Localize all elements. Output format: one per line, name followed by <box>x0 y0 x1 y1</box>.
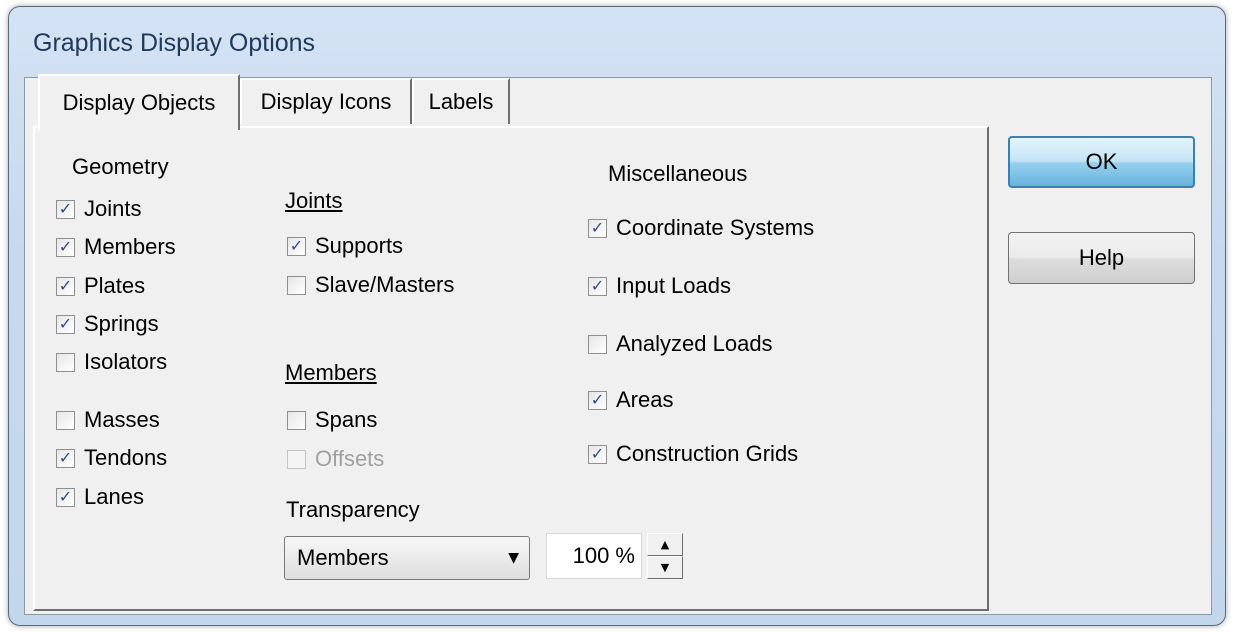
checkbox-joints[interactable]: ✓ Joints <box>56 196 141 222</box>
checkbox-construction-grids-box[interactable]: ✓ <box>588 444 607 464</box>
tab-display-icons[interactable]: Display Icons <box>240 78 412 124</box>
members-heading: Members <box>285 360 377 385</box>
checkbox-areas-label: Areas <box>616 387 674 412</box>
checkbox-plates-label: Plates <box>84 273 146 298</box>
checkbox-supports-box[interactable]: ✓ <box>287 236 306 256</box>
transparency-percent-value: 100 % <box>572 543 635 568</box>
tab-labels[interactable]: Labels <box>412 78 510 124</box>
chevron-down-icon: ▼ <box>508 550 519 566</box>
checkbox-plates-box[interactable]: ✓ <box>56 276 75 296</box>
ok-button[interactable]: OK <box>1008 136 1195 188</box>
checkbox-members-box[interactable]: ✓ <box>56 237 75 257</box>
checkbox-input-loads-label: Input Loads <box>616 273 731 298</box>
checkbox-joints-box[interactable]: ✓ <box>56 199 75 219</box>
checkbox-offsets-label: Offsets <box>315 446 385 471</box>
spin-down-button[interactable]: ▼ <box>647 556 683 579</box>
checkbox-masses-box[interactable] <box>56 410 75 430</box>
checkbox-springs-box[interactable]: ✓ <box>56 314 75 334</box>
checkbox-isolators-label: Isolators <box>84 349 168 374</box>
checkbox-construction-grids-label: Construction Grids <box>616 441 799 466</box>
checkbox-slave-masters-box[interactable] <box>287 275 306 295</box>
arrow-down-icon: ▼ <box>660 561 670 574</box>
checkbox-analyzed-loads-label: Analyzed Loads <box>616 331 773 356</box>
checkbox-plates[interactable]: ✓ Plates <box>56 273 145 299</box>
checkbox-areas[interactable]: ✓ Areas <box>588 387 673 413</box>
checkbox-springs[interactable]: ✓ Springs <box>56 311 159 337</box>
checkbox-springs-label: Springs <box>84 311 159 336</box>
checkbox-construction-grids[interactable]: ✓ Construction Grids <box>588 441 798 467</box>
transparency-select-value: Members <box>297 545 389 570</box>
checkbox-spans[interactable]: Spans <box>287 407 377 433</box>
tab-display-icons-label: Display Icons <box>260 89 392 114</box>
checkbox-tendons-box[interactable]: ✓ <box>56 448 75 468</box>
checkbox-offsets-box <box>287 449 306 469</box>
checkbox-analyzed-loads-box[interactable] <box>588 334 607 354</box>
ok-button-label: OK <box>1085 149 1118 174</box>
checkbox-lanes[interactable]: ✓ Lanes <box>56 484 144 510</box>
checkbox-coordinate-systems[interactable]: ✓ Coordinate Systems <box>588 215 814 241</box>
transparency-select[interactable]: Members ▼ <box>284 536 530 580</box>
joints-heading: Joints <box>285 188 343 213</box>
checkbox-slave-masters[interactable]: Slave/Masters <box>287 272 454 298</box>
tab-display-objects-label: Display Objects <box>62 90 216 115</box>
arrow-up-icon: ▲ <box>660 538 670 551</box>
help-button-label: Help <box>1078 245 1125 270</box>
spin-up-button[interactable]: ▲ <box>647 533 683 556</box>
checkbox-members-label: Members <box>84 234 176 259</box>
checkbox-input-loads[interactable]: ✓ Input Loads <box>588 273 731 299</box>
checkbox-tendons[interactable]: ✓ Tendons <box>56 445 167 471</box>
checkbox-supports-label: Supports <box>315 233 404 258</box>
checkbox-coordinate-systems-label: Coordinate Systems <box>616 215 815 240</box>
transparency-percent-field[interactable]: 100 % <box>546 533 642 579</box>
checkbox-coordinate-systems-box[interactable]: ✓ <box>588 218 607 238</box>
checkbox-tendons-label: Tendons <box>84 445 168 470</box>
tab-display-objects[interactable]: Display Objects <box>38 74 240 130</box>
geometry-heading: Geometry <box>72 154 169 179</box>
checkbox-members[interactable]: ✓ Members <box>56 234 176 260</box>
checkbox-spans-box[interactable] <box>287 410 306 430</box>
help-button[interactable]: Help <box>1008 232 1195 284</box>
checkbox-joints-label: Joints <box>84 196 142 221</box>
checkbox-slave-masters-label: Slave/Masters <box>315 272 455 297</box>
checkbox-lanes-label: Lanes <box>84 484 144 509</box>
checkbox-masses[interactable]: Masses <box>56 407 160 433</box>
checkbox-isolators-box[interactable] <box>56 352 75 372</box>
tab-labels-label: Labels <box>428 89 494 114</box>
checkbox-supports[interactable]: ✓ Supports <box>287 233 403 259</box>
checkbox-isolators[interactable]: Isolators <box>56 349 167 375</box>
checkbox-offsets: Offsets <box>287 446 384 472</box>
checkbox-lanes-box[interactable]: ✓ <box>56 487 75 507</box>
miscellaneous-heading: Miscellaneous <box>608 161 748 186</box>
checkbox-input-loads-box[interactable]: ✓ <box>588 276 607 296</box>
checkbox-analyzed-loads[interactable]: Analyzed Loads <box>588 331 773 357</box>
dialog-title: Graphics Display Options <box>33 29 316 57</box>
checkbox-areas-box[interactable]: ✓ <box>588 390 607 410</box>
checkbox-spans-label: Spans <box>315 407 378 432</box>
checkbox-masses-label: Masses <box>84 407 160 432</box>
transparency-label: Transparency <box>286 497 420 522</box>
